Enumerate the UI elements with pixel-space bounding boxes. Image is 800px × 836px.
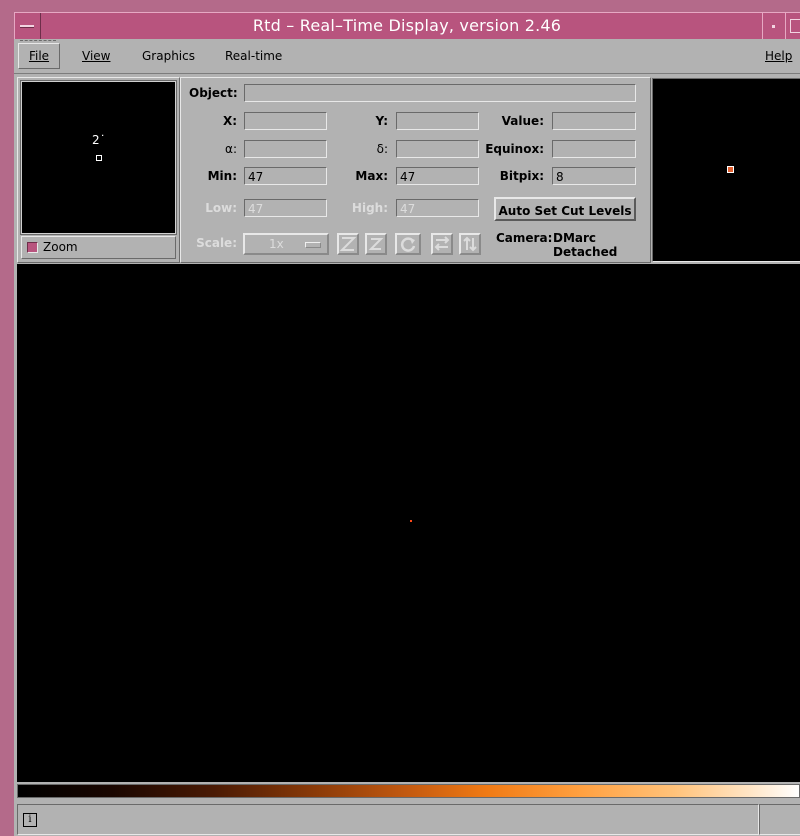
menu-view[interactable]: View — [82, 49, 110, 63]
bitpix-label: Bitpix: — [499, 169, 544, 183]
z-icon-glyph — [368, 238, 384, 250]
main-window: File View Graphics Real-time Help 2˙ Zoo… — [14, 39, 800, 836]
low-field[interactable]: 47 — [244, 199, 327, 217]
auto-set-cut-levels-button[interactable]: Auto Set Cut Levels — [494, 197, 636, 221]
flip-x-icon[interactable] — [431, 233, 453, 255]
dec-field[interactable] — [396, 140, 479, 158]
menu-realtime[interactable]: Real-time — [225, 49, 282, 63]
min-field[interactable]: 47 — [244, 167, 327, 185]
rotate-icon-glyph — [400, 237, 416, 252]
z-icon[interactable] — [365, 233, 387, 255]
equinox-field[interactable] — [552, 140, 636, 158]
menu-help-label: Help — [765, 49, 793, 63]
max-label: Max: — [355, 169, 388, 183]
value-field[interactable] — [552, 112, 636, 130]
flip-x-icon-glyph — [434, 236, 450, 251]
high-field[interactable]: 47 — [396, 199, 479, 217]
menu-file[interactable]: File — [18, 43, 60, 69]
flip-z-icon-glyph — [339, 237, 357, 251]
title-bar: Rtd – Real–Time Display, version 2.46 — [14, 12, 800, 40]
rotate-icon[interactable] — [395, 233, 421, 255]
minimize-button[interactable] — [762, 13, 786, 39]
image-display[interactable] — [17, 264, 800, 782]
ra-field[interactable] — [244, 140, 327, 158]
camera-status: Detached — [553, 245, 618, 259]
flip-y-icon[interactable] — [459, 233, 481, 255]
object-label: Object: — [189, 86, 238, 100]
camera-value: DMarc Detached — [553, 231, 617, 259]
camera-label: Camera: — [496, 231, 553, 245]
zoom-checkbox-indicator[interactable] — [27, 242, 38, 253]
scale-value: 1x — [269, 237, 284, 251]
flip-z-icon[interactable] — [337, 233, 359, 255]
zoom-label: Zoom — [43, 240, 78, 254]
high-label: High: — [351, 201, 388, 215]
scale-menu-button[interactable]: 1x — [243, 233, 329, 255]
menu-bar: File View Graphics Real-time Help — [14, 39, 800, 74]
window-title: Rtd – Real–Time Display, version 2.46 — [252, 16, 562, 35]
bitpix-field[interactable]: 8 — [552, 167, 636, 185]
menu-help[interactable]: Help — [765, 49, 792, 63]
camera-name: DMarc — [553, 231, 597, 245]
maximize-button[interactable] — [785, 13, 800, 39]
scale-label: Scale: — [196, 236, 237, 250]
menu-realtime-label: Real-time — [225, 49, 283, 63]
colorbar[interactable] — [17, 784, 800, 798]
menu-view-label: View — [82, 49, 111, 63]
info-panel: Object: X: Y: Value: α: δ: Equinox: Min:… — [180, 77, 651, 263]
pan-panel: 2˙ Zoom — [17, 77, 180, 263]
delta-label: δ: — [376, 142, 388, 156]
object-field[interactable] — [244, 84, 636, 102]
magnifier-panel — [651, 77, 800, 262]
info-icon: i — [23, 813, 37, 827]
max-field[interactable]: 47 — [396, 167, 479, 185]
equinox-label: Equinox: — [485, 142, 544, 156]
zoom-toggle[interactable]: Zoom — [21, 236, 176, 259]
y-field[interactable] — [396, 112, 479, 130]
x-label: X: — [222, 114, 237, 128]
status-side-field — [759, 804, 800, 835]
value-label: Value: — [501, 114, 544, 128]
x-field[interactable] — [244, 112, 327, 130]
low-label: Low: — [205, 201, 237, 215]
image-pixel — [410, 520, 412, 522]
magnifier-view — [652, 78, 800, 262]
y-label: Y: — [375, 114, 388, 128]
option-menu-indicator-icon — [305, 242, 321, 248]
pan-label: 2˙ — [92, 133, 106, 147]
magnifier-cursor — [727, 166, 734, 173]
menu-graphics[interactable]: Graphics — [142, 49, 195, 63]
menu-graphics-label: Graphics — [142, 49, 195, 63]
pan-image[interactable]: 2˙ — [20, 80, 177, 235]
pan-marker[interactable] — [96, 155, 102, 161]
flip-y-icon-glyph — [463, 236, 477, 252]
status-bar: i — [14, 801, 800, 836]
menu-file-label: File — [28, 49, 50, 63]
min-label: Min: — [207, 169, 237, 183]
alpha-label: α: — [225, 142, 237, 156]
status-message — [17, 804, 759, 835]
